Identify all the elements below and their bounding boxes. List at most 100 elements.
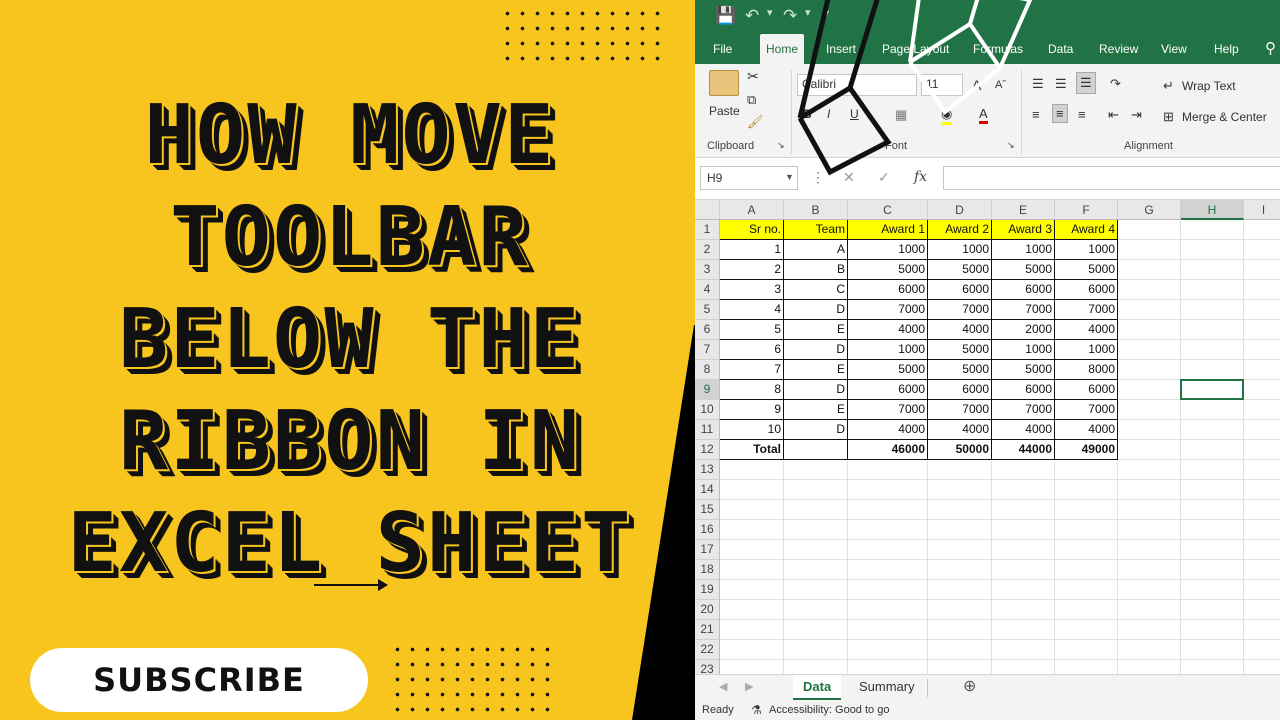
cell-f3[interactable]: 5000 [1055, 260, 1118, 280]
insert-function-button[interactable]: fx [914, 169, 927, 185]
cell-d6[interactable]: 4000 [928, 320, 992, 340]
cell-d11[interactable]: 4000 [928, 420, 992, 440]
cell-e5[interactable]: 7000 [992, 300, 1055, 320]
cell-a11[interactable]: 10 [720, 420, 784, 440]
cell-a17[interactable] [720, 540, 784, 560]
cell-d9[interactable]: 6000 [928, 380, 992, 400]
row-header-1[interactable]: 1 [695, 220, 720, 240]
row-header-5[interactable]: 5 [695, 300, 720, 320]
cell-h16[interactable] [1181, 520, 1244, 540]
cell-b20[interactable] [784, 600, 848, 620]
row-header-19[interactable]: 19 [695, 580, 720, 600]
cell-f6[interactable]: 4000 [1055, 320, 1118, 340]
cell-a5[interactable]: 4 [720, 300, 784, 320]
cell-f15[interactable] [1055, 500, 1118, 520]
cell-c5[interactable]: 7000 [848, 300, 928, 320]
cell-a7[interactable]: 6 [720, 340, 784, 360]
undo-dropdown-icon[interactable]: ▾ [767, 6, 773, 19]
cell-g5[interactable] [1118, 300, 1181, 320]
cell-b4[interactable]: C [784, 280, 848, 300]
cell-b5[interactable]: D [784, 300, 848, 320]
cell-b13[interactable] [784, 460, 848, 480]
cell-e14[interactable] [992, 480, 1055, 500]
cell-g13[interactable] [1118, 460, 1181, 480]
cell-e18[interactable] [992, 560, 1055, 580]
cell-b16[interactable] [784, 520, 848, 540]
cell-i21[interactable] [1244, 620, 1280, 640]
undo-icon[interactable]: ↶ [745, 6, 759, 26]
cell-e9[interactable]: 6000 [992, 380, 1055, 400]
cell-i17[interactable] [1244, 540, 1280, 560]
redo-icon[interactable]: ↷ [783, 6, 797, 26]
cell-i11[interactable] [1244, 420, 1280, 440]
align-bottom-icon[interactable]: ☰ [1076, 72, 1096, 94]
cell-f8[interactable]: 8000 [1055, 360, 1118, 380]
fill-color-icon[interactable]: ◉ [941, 106, 953, 125]
cell-b22[interactable] [784, 640, 848, 660]
cell-h1[interactable] [1181, 220, 1244, 240]
cell-i3[interactable] [1244, 260, 1280, 280]
row-header-14[interactable]: 14 [695, 480, 720, 500]
cell-i19[interactable] [1244, 580, 1280, 600]
tab-view[interactable]: View [1155, 34, 1193, 64]
cell-h11[interactable] [1181, 420, 1244, 440]
cell-e11[interactable]: 4000 [992, 420, 1055, 440]
cell-c4[interactable]: 6000 [848, 280, 928, 300]
cell-h10[interactable] [1181, 400, 1244, 420]
row-header-9[interactable]: 9 [695, 380, 720, 400]
column-header-b[interactable]: B [784, 200, 848, 220]
column-header-i[interactable]: I [1244, 200, 1280, 220]
paste-icon[interactable] [709, 70, 739, 96]
cell-h20[interactable] [1181, 600, 1244, 620]
cell-b6[interactable]: E [784, 320, 848, 340]
row-header-2[interactable]: 2 [695, 240, 720, 260]
cell-g20[interactable] [1118, 600, 1181, 620]
cell-e15[interactable] [992, 500, 1055, 520]
cell-b21[interactable] [784, 620, 848, 640]
cell-d4[interactable]: 6000 [928, 280, 992, 300]
column-header-g[interactable]: G [1118, 200, 1181, 220]
row-header-3[interactable]: 3 [695, 260, 720, 280]
cell-g9[interactable] [1118, 380, 1181, 400]
row-header-13[interactable]: 13 [695, 460, 720, 480]
cell-b7[interactable]: D [784, 340, 848, 360]
cell-i2[interactable] [1244, 240, 1280, 260]
align-center-icon[interactable]: ≡ [1052, 104, 1068, 123]
cell-h12[interactable] [1181, 440, 1244, 460]
cell-b9[interactable]: D [784, 380, 848, 400]
cell-h2[interactable] [1181, 240, 1244, 260]
cell-a12[interactable]: Total [720, 440, 784, 460]
cell-c22[interactable] [848, 640, 928, 660]
row-header-8[interactable]: 8 [695, 360, 720, 380]
cell-g8[interactable] [1118, 360, 1181, 380]
cut-icon[interactable]: ✂ [747, 68, 759, 85]
cell-d13[interactable] [928, 460, 992, 480]
cell-b1[interactable]: Team [784, 220, 848, 240]
cell-f13[interactable] [1055, 460, 1118, 480]
cell-a21[interactable] [720, 620, 784, 640]
tab-page-layout[interactable]: Page Layout [876, 34, 955, 64]
row-header-7[interactable]: 7 [695, 340, 720, 360]
cell-b19[interactable] [784, 580, 848, 600]
cell-a14[interactable] [720, 480, 784, 500]
cell-e10[interactable]: 7000 [992, 400, 1055, 420]
cell-i22[interactable] [1244, 640, 1280, 660]
cell-h22[interactable] [1181, 640, 1244, 660]
scroll-right-icon[interactable]: ▶ [735, 675, 763, 701]
cell-h4[interactable] [1181, 280, 1244, 300]
row-header-18[interactable]: 18 [695, 560, 720, 580]
cell-e13[interactable] [992, 460, 1055, 480]
cell-b11[interactable]: D [784, 420, 848, 440]
align-right-icon[interactable]: ≡ [1078, 107, 1086, 122]
cell-d22[interactable] [928, 640, 992, 660]
name-box-dropdown-icon[interactable]: ▼ [785, 172, 794, 182]
cell-g16[interactable] [1118, 520, 1181, 540]
cell-h3[interactable] [1181, 260, 1244, 280]
font-size-select[interactable]: 11 [921, 74, 963, 96]
cell-g10[interactable] [1118, 400, 1181, 420]
cell-a20[interactable] [720, 600, 784, 620]
cell-c8[interactable]: 5000 [848, 360, 928, 380]
wrap-text-button[interactable]: Wrap Text [1182, 79, 1236, 93]
shrink-font-icon[interactable]: Aˇ [995, 79, 1006, 91]
cell-c7[interactable]: 1000 [848, 340, 928, 360]
